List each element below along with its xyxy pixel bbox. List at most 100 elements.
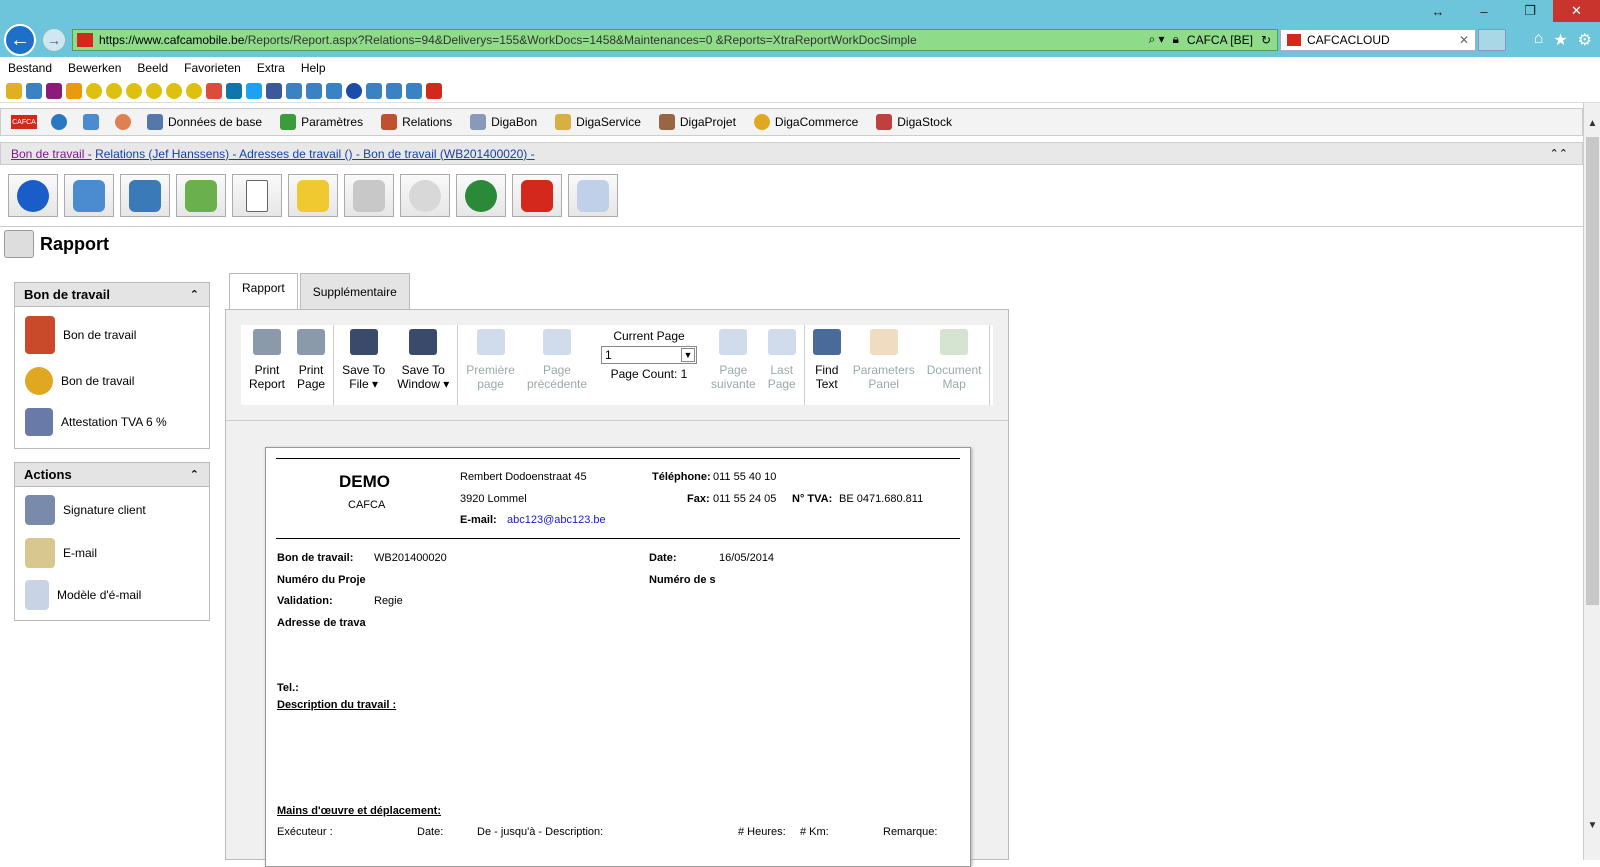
chevron-down-icon[interactable]: ▼	[681, 348, 695, 362]
ie-link-icon[interactable]	[306, 82, 322, 99]
user-icon[interactable]	[115, 114, 131, 130]
sync-icon[interactable]	[83, 114, 99, 130]
globe-link-icon[interactable]	[346, 82, 362, 99]
tab-rapport[interactable]: Rapport	[229, 273, 298, 310]
globe-button[interactable]	[456, 174, 506, 217]
document-map-button[interactable]: Document Map	[921, 329, 988, 391]
parameters-panel-button[interactable]: Parameters Panel	[847, 329, 921, 391]
linkedin-icon[interactable]	[226, 82, 242, 99]
site-identity[interactable]: CAFCA [BE]	[1187, 33, 1253, 47]
vehicle-button[interactable]	[64, 174, 114, 217]
new-document-button[interactable]	[232, 174, 282, 217]
ie-link-icon[interactable]	[386, 82, 402, 99]
menu-help[interactable]: Help	[293, 61, 334, 75]
pacman-link-icon[interactable]	[126, 82, 142, 99]
cafca-link-icon[interactable]	[426, 82, 442, 99]
ie-link-icon[interactable]	[406, 82, 422, 99]
refresh-icon[interactable]: ↻	[1261, 33, 1271, 47]
last-page-button[interactable]: Last Page	[762, 329, 802, 391]
toolbar-parametres[interactable]: Paramètres	[280, 114, 363, 130]
folder-button[interactable]	[288, 174, 338, 217]
save-to-window-button[interactable]: Save To Window ▾	[391, 329, 455, 391]
close-window-button[interactable]: ✕	[1553, 0, 1600, 22]
find-text-button[interactable]: Find Text	[807, 329, 847, 391]
toolbar-digabon[interactable]: DigaBon	[470, 114, 537, 130]
page-scrollbar[interactable]: ▲ ▼	[1583, 103, 1600, 860]
breadcrumb-link-path[interactable]: Relations (Jef Hanssens) - Adresses de t…	[95, 147, 535, 161]
person-button[interactable]	[120, 174, 170, 217]
collapse-icon[interactable]: ⌃	[190, 468, 199, 481]
ie-link-icon[interactable]	[326, 82, 342, 99]
info-button[interactable]	[8, 174, 58, 217]
menu-extra[interactable]: Extra	[249, 61, 293, 75]
panel-item-attestation-tva[interactable]: Attestation TVA 6 %	[15, 399, 209, 445]
pacman-link-icon[interactable]	[166, 82, 182, 99]
menu-bestand[interactable]: Bestand	[0, 61, 60, 75]
previous-page-button[interactable]: Page précédente	[521, 329, 593, 391]
forward-button[interactable]: →	[42, 28, 66, 52]
schedule-button[interactable]	[400, 174, 450, 217]
resize-icon[interactable]: ↔	[1415, 0, 1461, 22]
menu-bewerken[interactable]: Bewerken	[60, 61, 129, 75]
ie-link-icon[interactable]	[366, 82, 382, 99]
print-report-button[interactable]: Print Report	[243, 329, 291, 391]
pacman-link-icon[interactable]	[106, 82, 122, 99]
ie-link-icon[interactable]	[286, 82, 302, 99]
new-tab-button[interactable]	[1478, 29, 1506, 51]
twitter-icon[interactable]	[246, 82, 262, 99]
add-favorite-icon[interactable]	[6, 82, 22, 99]
scroll-thumb[interactable]	[1586, 137, 1599, 605]
cafca-button[interactable]	[512, 174, 562, 217]
search-icon[interactable]: ⌕ ▾	[1148, 32, 1164, 47]
pacman-link-icon[interactable]	[186, 82, 202, 99]
printer-button[interactable]	[344, 174, 394, 217]
first-page-button[interactable]: Première page	[460, 329, 521, 391]
h-link-icon[interactable]	[46, 82, 62, 99]
favorites-star-icon[interactable]: ★	[1553, 30, 1567, 50]
email-link[interactable]: abc123@abc123.be	[507, 514, 606, 526]
home-icon[interactable]: ⌂	[1534, 30, 1544, 50]
collapse-icon[interactable]: ⌃	[190, 288, 199, 301]
save-to-file-button[interactable]: Save To File ▾	[336, 329, 391, 391]
menu-beeld[interactable]: Beeld	[129, 61, 176, 75]
googleplus-icon[interactable]	[206, 82, 222, 99]
tab-close-icon[interactable]: ✕	[1459, 33, 1469, 47]
facebook-icon[interactable]	[266, 82, 282, 99]
browser-tab[interactable]: CAFCACLOUD ✕	[1280, 29, 1476, 51]
breadcrumb-link-bon[interactable]: Bon de travail -	[11, 147, 92, 161]
toolbar-digacommerce[interactable]: DigaCommerce	[753, 114, 858, 130]
breadcrumb: Bon de travail - Relations (Jef Hanssens…	[0, 142, 1583, 165]
minimize-button[interactable]: –	[1461, 0, 1507, 22]
restore-button[interactable]: ❐	[1507, 0, 1553, 22]
cafca-logo[interactable]: CAFCA	[11, 115, 37, 129]
globe-icon[interactable]	[51, 114, 67, 130]
bar-link-icon[interactable]	[66, 82, 82, 99]
action-email[interactable]: E-mail	[15, 533, 209, 573]
current-page-select[interactable]: 1 ▼	[601, 346, 697, 364]
toolbar-donnees-de-base[interactable]: Données de base	[147, 114, 262, 130]
back-button[interactable]: ←	[4, 24, 36, 56]
ie-link-icon[interactable]	[26, 82, 42, 99]
toolbar-relations[interactable]: Relations	[381, 114, 452, 130]
settings-document-button[interactable]	[568, 174, 618, 217]
toolbar-digaprojet[interactable]: DigaProjet	[658, 114, 736, 130]
energy-button[interactable]	[176, 174, 226, 217]
address-bar[interactable]: https://www.cafcamobile.be/Reports/Repor…	[72, 29, 1278, 51]
toolbar-digastock[interactable]: DigaStock	[876, 114, 952, 130]
panel-item-bon-de-travail-pdf[interactable]: Bon de travail	[15, 307, 209, 363]
person-icon	[129, 179, 161, 212]
next-page-button[interactable]: Page suivante	[705, 329, 762, 391]
tab-supplementaire[interactable]: Supplémentaire	[299, 273, 410, 309]
settings-gear-icon[interactable]: ⚙	[1578, 30, 1592, 50]
action-email-template[interactable]: Modèle d'é-mail	[15, 573, 209, 617]
toolbar-digaservice[interactable]: DigaService	[555, 114, 641, 130]
scroll-down-icon[interactable]: ▼	[1584, 817, 1600, 834]
pacman-link-icon[interactable]	[86, 82, 102, 99]
panel-item-bon-de-travail-euro[interactable]: Bon de travail	[15, 363, 209, 399]
menu-favorieten[interactable]: Favorieten	[176, 61, 249, 75]
pacman-link-icon[interactable]	[146, 82, 162, 99]
print-page-button[interactable]: Print Page	[291, 329, 331, 391]
scroll-up-icon[interactable]: ▲	[1584, 115, 1600, 132]
collapse-icon[interactable]: ⌃⌃	[1550, 147, 1568, 160]
action-signature-client[interactable]: Signature client	[15, 487, 209, 533]
